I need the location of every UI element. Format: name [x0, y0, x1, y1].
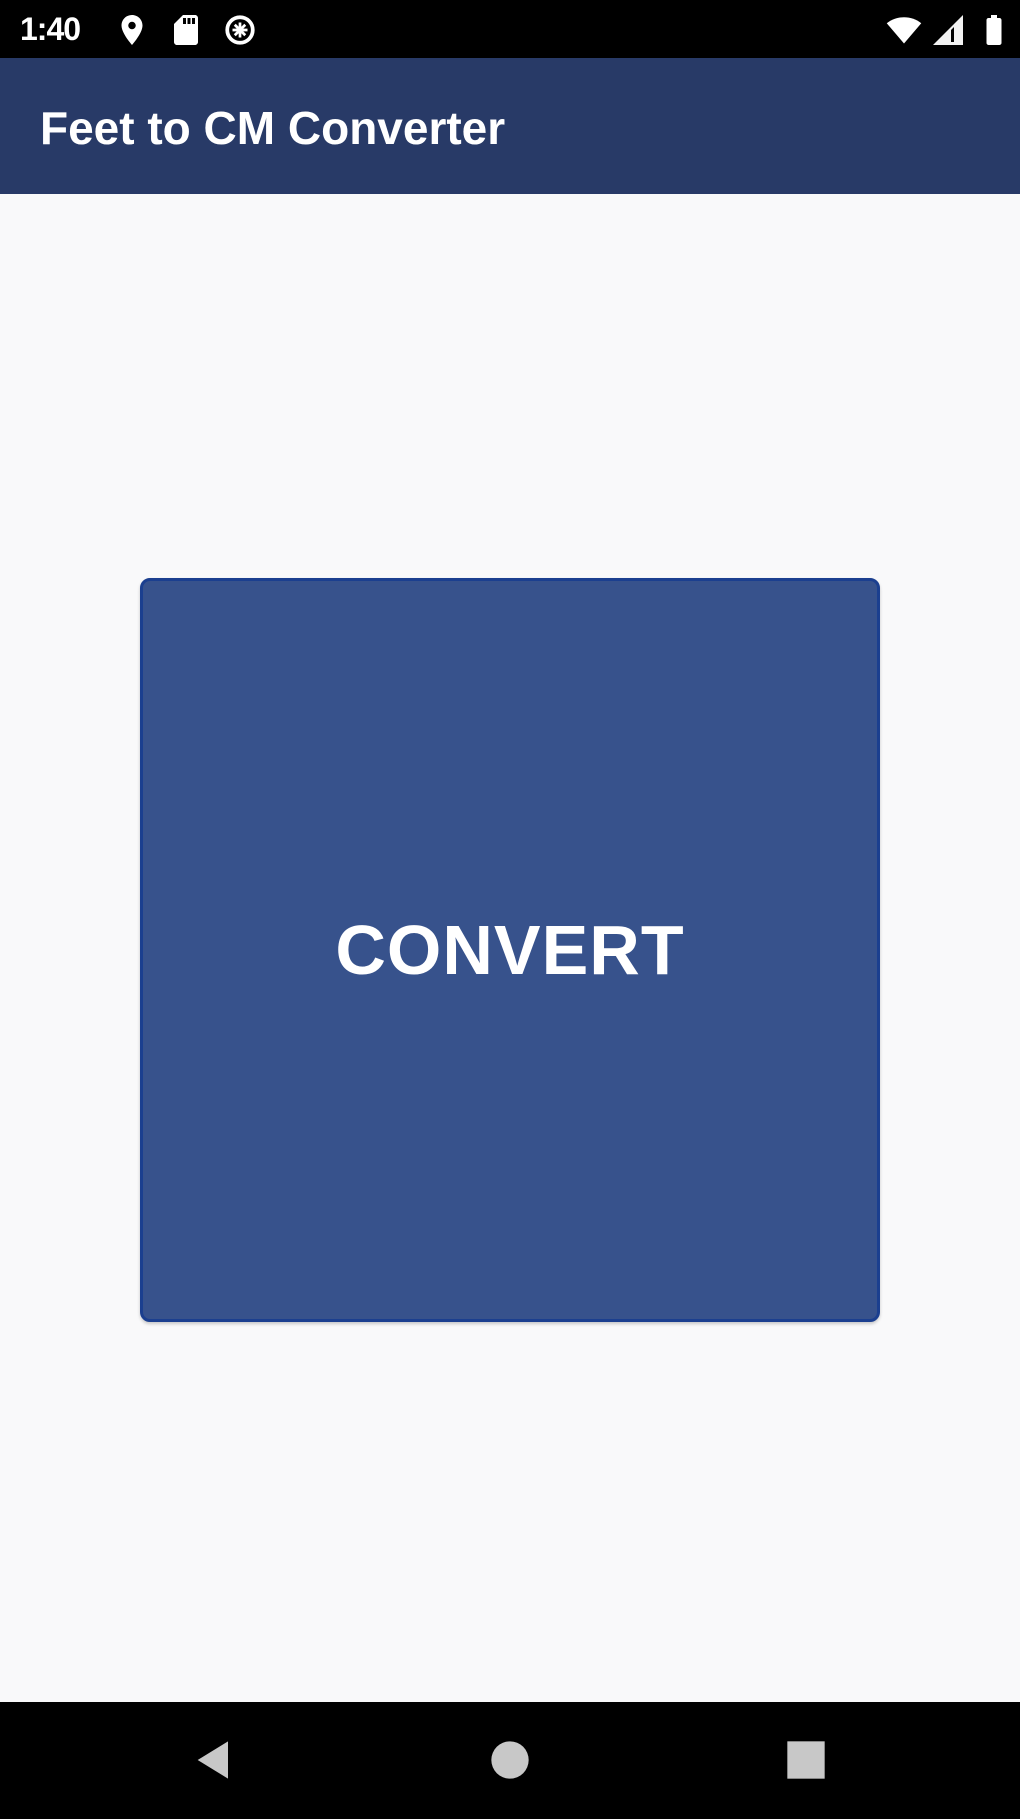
main-content: CONVERT: [0, 194, 1020, 1702]
sd-card-icon: [168, 12, 204, 48]
wifi-icon: [886, 12, 922, 48]
cell-signal-icon: [930, 12, 966, 48]
home-icon[interactable]: [482, 1732, 538, 1788]
status-time: 1:40: [20, 11, 81, 47]
app-bar: Feet to CM Converter: [0, 58, 1020, 194]
battery-icon: [976, 12, 1012, 48]
data-saver-icon: [222, 12, 258, 48]
navigation-bar: [0, 1702, 1020, 1819]
status-bar: 1:40: [0, 0, 1020, 58]
convert-button[interactable]: CONVERT: [140, 578, 880, 1322]
location-icon: [114, 12, 150, 48]
app-title: Feet to CM Converter: [40, 102, 506, 154]
convert-button-label: CONVERT: [335, 911, 685, 989]
back-icon[interactable]: [186, 1732, 242, 1788]
recents-icon[interactable]: [778, 1732, 834, 1788]
